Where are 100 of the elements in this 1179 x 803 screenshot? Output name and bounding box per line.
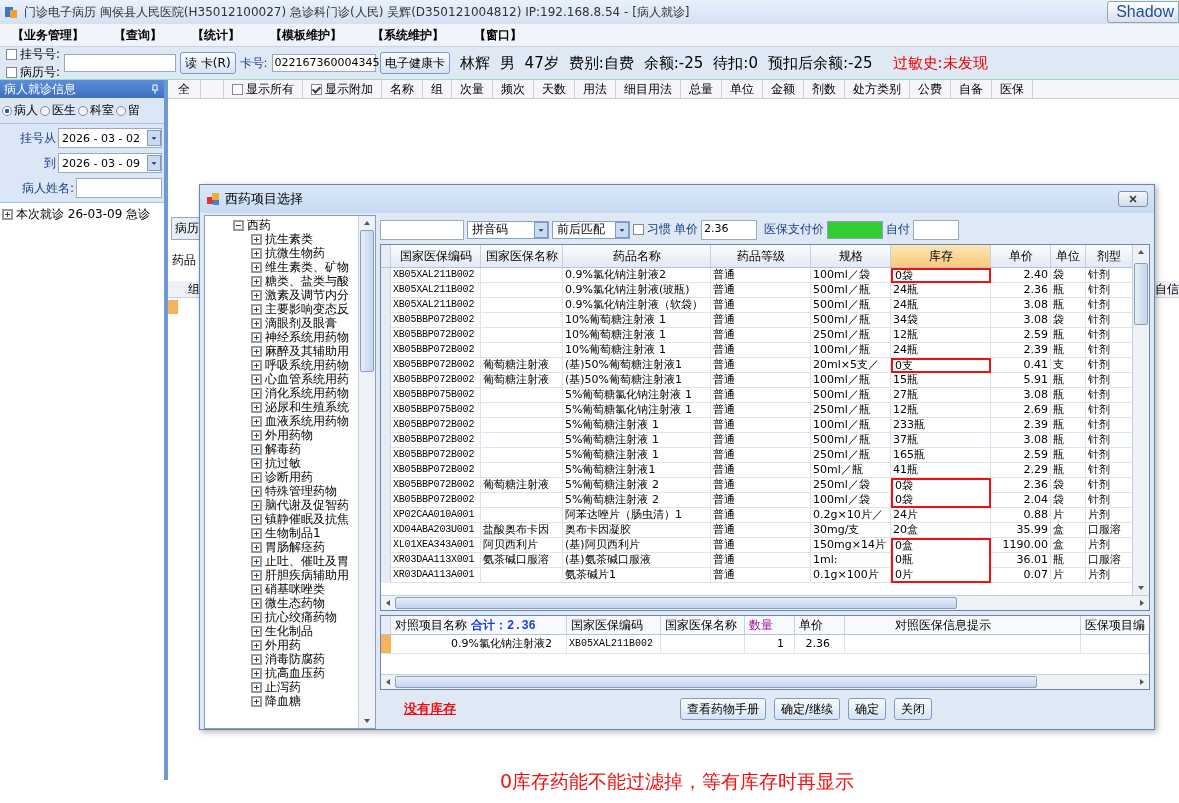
no-stock-link[interactable]: 没有库存	[404, 700, 456, 719]
vertical-scrollbar[interactable]	[358, 216, 375, 728]
id-input-field[interactable]	[64, 54, 177, 72]
dropdown-icon[interactable]	[534, 221, 548, 238]
column-header[interactable]: 库存	[891, 245, 991, 268]
scroll-thumb[interactable]	[395, 675, 1037, 688]
table-cell: 盒	[1051, 538, 1086, 554]
menu-item[interactable]: 【模板维护】	[270, 26, 342, 44]
expand-icon[interactable]	[251, 457, 262, 469]
expand-icon[interactable]	[251, 513, 262, 525]
menu-item[interactable]: 【业务管理】	[12, 26, 84, 44]
table-cell: 片	[1051, 568, 1086, 584]
dropdown-icon[interactable]	[615, 221, 629, 238]
expand-icon[interactable]	[251, 275, 262, 287]
expand-icon[interactable]	[251, 653, 262, 665]
display-checkbox[interactable]: 显示附加	[311, 80, 373, 98]
dialog-button[interactable]: 确定/继续	[774, 698, 841, 721]
expand-icon[interactable]	[251, 331, 262, 343]
expand-icon[interactable]	[251, 611, 262, 623]
expand-icon[interactable]	[251, 359, 262, 371]
table-cell: 氨茶碱片1	[563, 568, 711, 584]
table-cell: 普通	[711, 568, 811, 584]
expand-icon[interactable]	[251, 247, 262, 259]
expand-icon[interactable]	[251, 527, 262, 539]
expand-icon[interactable]	[251, 443, 262, 455]
search-mode-dropdown[interactable]: 拼音码	[467, 220, 549, 239]
date-to-field[interactable]: 2026 - 03 - 09	[58, 153, 162, 173]
expand-icon[interactable]	[251, 303, 262, 315]
expand-icon[interactable]	[251, 555, 262, 567]
filter-radio[interactable]: 留	[116, 102, 140, 119]
expand-icon[interactable]	[251, 261, 262, 273]
dropdown-icon[interactable]	[147, 155, 161, 171]
search-field[interactable]	[380, 219, 464, 240]
column-header[interactable]: 国家医保名称	[481, 245, 563, 268]
horizontal-scrollbar[interactable]	[381, 673, 1149, 689]
column-header[interactable]: 药品名称	[563, 245, 711, 268]
filter-radio[interactable]: 病人	[2, 102, 38, 119]
collapse-icon[interactable]	[233, 219, 244, 231]
match-mode-dropdown[interactable]: 前后匹配	[552, 220, 630, 239]
expand-icon[interactable]	[251, 541, 262, 553]
expand-icon[interactable]	[251, 345, 262, 357]
patient-name-field[interactable]	[76, 178, 162, 198]
close-button[interactable]	[1118, 191, 1148, 207]
shadow-button[interactable]: Shadow	[1107, 1, 1179, 23]
menu-item[interactable]: 【窗口】	[474, 26, 522, 44]
expand-icon[interactable]	[251, 373, 262, 385]
expand-icon[interactable]	[251, 317, 262, 329]
dialog-button[interactable]: 关闭	[894, 698, 933, 721]
self-pay-field[interactable]	[913, 219, 959, 240]
expand-icon[interactable]	[251, 667, 262, 679]
health-card-button[interactable]: 电子健康卡	[379, 52, 450, 74]
menu-item[interactable]: 【查询】	[114, 26, 162, 44]
table-cell: 12瓶	[891, 403, 991, 419]
id-type-checkbox[interactable]: 病历号:	[6, 63, 61, 81]
column-header[interactable]: 国家医保编码	[391, 245, 481, 268]
menu-item[interactable]: 【统计】	[192, 26, 240, 44]
expand-icon[interactable]	[251, 289, 262, 301]
column-header[interactable]: 单价	[991, 245, 1051, 268]
scroll-thumb[interactable]	[395, 597, 957, 610]
insurance-price-field[interactable]	[827, 220, 883, 239]
read-card-button[interactable]: 读 卡(R)	[180, 52, 236, 74]
table-cell: 2.36	[991, 478, 1051, 494]
expand-icon[interactable]	[251, 583, 262, 595]
expand-icon[interactable]	[251, 429, 262, 441]
filter-radio[interactable]: 医生	[40, 102, 76, 119]
table-cell: 36.01	[991, 553, 1051, 569]
expand-icon[interactable]	[251, 681, 262, 693]
id-type-checkbox[interactable]: 挂号号:	[6, 45, 61, 63]
expand-icon[interactable]	[251, 597, 262, 609]
column-header[interactable]: 单位	[1051, 245, 1086, 268]
horizontal-scrollbar[interactable]	[381, 595, 1149, 611]
expand-icon[interactable]	[2, 209, 13, 220]
expand-icon[interactable]	[251, 387, 262, 399]
expand-icon[interactable]	[251, 695, 262, 707]
column-header[interactable]: 药品等级	[711, 245, 811, 268]
visit-item[interactable]: 本次就诊 26-03-09 急诊	[16, 206, 151, 223]
expand-icon[interactable]	[251, 639, 262, 651]
expand-icon[interactable]	[251, 415, 262, 427]
dialog-button[interactable]: 确定	[848, 698, 887, 721]
scroll-thumb[interactable]	[360, 230, 374, 372]
expand-icon[interactable]	[251, 499, 262, 511]
dialog-button[interactable]: 查看药物手册	[680, 698, 766, 721]
expand-icon[interactable]	[251, 625, 262, 637]
display-checkbox[interactable]: 显示所有	[232, 80, 294, 98]
vertical-scrollbar[interactable]	[1132, 245, 1149, 596]
price-field[interactable]: 2.36	[701, 219, 757, 240]
filter-radio[interactable]: 科室	[78, 102, 114, 119]
date-from-field[interactable]: 2026 - 03 - 02	[58, 128, 162, 148]
expand-icon[interactable]	[251, 471, 262, 483]
column-header: 总量	[681, 80, 722, 98]
dropdown-icon[interactable]	[147, 130, 161, 146]
scroll-thumb[interactable]	[1134, 263, 1148, 326]
menu-item[interactable]: 【系统维护】	[372, 26, 444, 44]
expand-icon[interactable]	[251, 233, 262, 245]
expand-icon[interactable]	[251, 569, 262, 581]
pin-icon[interactable]	[150, 84, 160, 94]
table-cell: 5.91	[991, 373, 1051, 389]
expand-icon[interactable]	[251, 485, 262, 497]
expand-icon[interactable]	[251, 401, 262, 413]
habit-checkbox[interactable]: 习惯	[633, 221, 671, 239]
